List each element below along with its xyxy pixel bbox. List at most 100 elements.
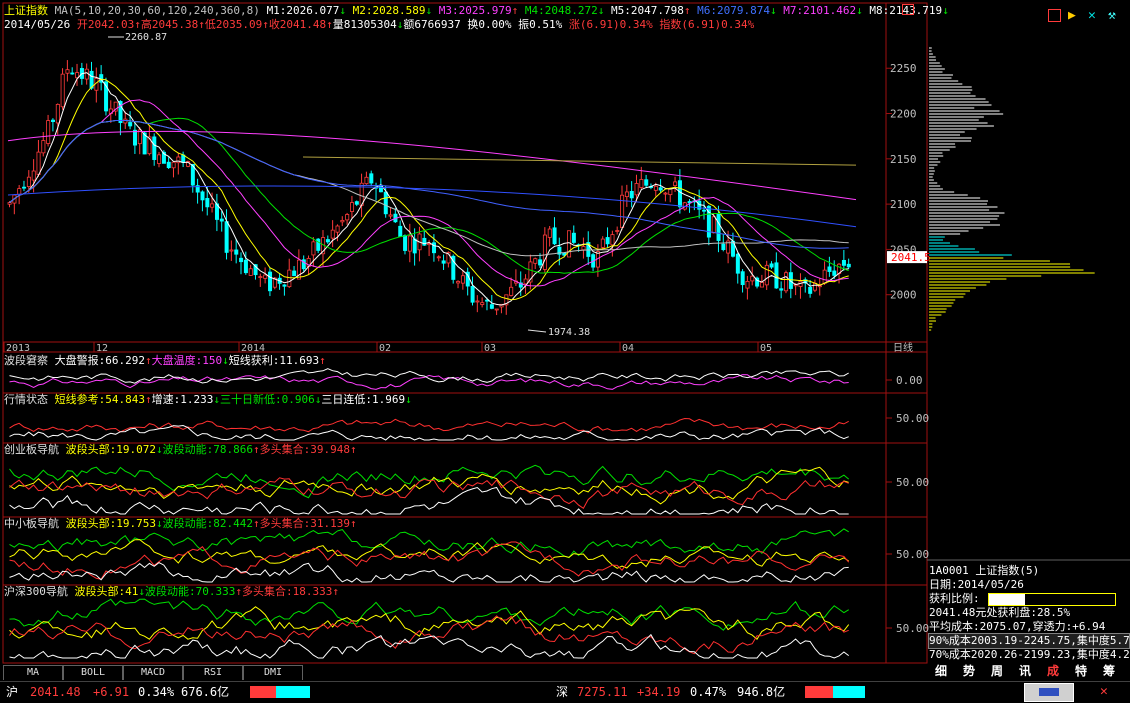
document-icon[interactable] [1048,9,1061,22]
play-icon[interactable]: ▶ [1068,9,1082,23]
sh-amount: 676.6亿 [181,685,230,699]
sh-label: 沪 [6,685,19,699]
moving-average-lines [7,72,857,306]
candle-body [552,227,557,245]
indicator-line [9,615,849,655]
candle-body [827,266,832,272]
sh-pct: 0.34% [138,685,175,699]
candle-body [268,271,273,292]
date-label: 02 [379,343,391,354]
low-annotation-line [527,329,547,333]
panel-value: ↑ [252,443,260,456]
date-label: 12 [96,343,108,354]
candle-body [759,281,764,288]
candle-body [571,232,576,243]
tab-detail[interactable]: 细 [927,662,955,681]
date-label: 2014 [241,343,265,354]
candle-body [354,201,359,205]
panel-value: 波段头部:19.753 [65,517,156,530]
indicator-tabs: MA BOLL MACD RSI DMI [3,665,303,680]
candle-body [509,286,514,296]
tab-macd[interactable]: MACD [123,665,183,680]
candle-body [808,286,813,294]
candle-body [157,154,162,164]
candle-body [388,214,393,217]
candle-body [51,119,56,122]
expand-icon[interactable]: ✕ [1088,9,1102,23]
indicator-line [9,486,849,515]
candle-body [581,246,586,251]
ma-m7: M7:2101.462 [783,4,857,17]
ma-m4: M4:2048.272 [524,4,598,17]
tab-trend[interactable]: 势 [955,662,983,681]
indicator-ref-label: 50.00 [896,476,929,489]
candle-body [523,278,528,285]
candle-body [436,256,441,259]
candle-body [740,271,745,286]
panel-name: 行情状态 [4,393,48,406]
candle-body [538,259,543,266]
tab-chips[interactable]: 筹 [1095,662,1123,681]
ma-m2: M2:2028.589 [352,4,426,17]
indicator-panels: 0.00 50.00 50.00 50.00 50.00 [9,368,929,659]
date-label: 03 [484,343,496,354]
flag-icon[interactable] [902,4,914,15]
sz-price: 7275.11 [577,685,628,699]
panel-value: 三日连低:1.969 [321,393,406,406]
panel-value: ↓ [155,517,163,530]
tab-week[interactable]: 周 [983,662,1011,681]
ma-m3: M3:2025.979 [438,4,512,17]
close-icon[interactable]: ✕ [1100,682,1108,702]
candle-body [46,120,51,144]
candle-body [311,241,316,256]
info-date: 日期:2014/05/26 [929,578,1024,591]
right-panel-tabs: 细 势 周 讯 成 特 筹 [927,662,1130,681]
candle-body [629,190,634,199]
panel-value: ↓ [222,354,229,367]
tab-boll[interactable]: BOLL [63,665,123,680]
candle-body [383,191,388,215]
candle-body [22,186,27,189]
panel-value: 波段动能:82.442 [162,517,253,530]
tab-special[interactable]: 特 [1067,662,1095,681]
current-price-label: 2041.5 [891,251,931,264]
candle-body [846,263,851,268]
tab-rsi[interactable]: RSI [183,665,243,680]
keyboard-icon[interactable] [1024,683,1074,702]
panel-value: 增速:1.233 [151,393,214,406]
candle-body [832,270,837,276]
tab-ma[interactable]: MA [3,665,63,680]
candle-body [152,136,157,160]
status-bar: 沪 2041.48 +6.91 0.34% 676.6亿 深 7275.11 +… [0,681,1130,703]
candle-body [229,249,234,252]
candle-body [456,281,461,284]
tools-icon[interactable]: ⚒ [1108,9,1122,23]
candle-body [769,263,774,268]
candle-body [475,300,480,303]
price-tick-label: 2200 [890,108,917,121]
header-line-2: 2014/05/26 开2042.03↑高2045.38↑低2035.09↑收2… [4,18,755,31]
candle-body [494,308,499,311]
candle-body [330,229,335,239]
candle-body [533,258,538,264]
high-annotation: 2260.87 [125,32,167,43]
quote-amplitude: 振0.51% [518,18,563,31]
quote-amount: 额6766937 [403,18,461,31]
quote-volume: 量81305304 [332,18,397,31]
quote-high: 高2045.38 [140,18,199,31]
ma-m1: M1:2026.077 [266,4,340,17]
candle-body [745,280,750,289]
panel-name: 中小板导航 [4,517,59,530]
indicator-line [9,417,849,434]
candle-body [624,191,629,198]
candle-body [263,274,268,279]
candle-body [639,179,644,188]
info-line-2: 平均成本:2075.07,穿透力:+6.94 [929,620,1106,633]
tab-dmi[interactable]: DMI [243,665,303,680]
candle-body [663,192,668,195]
profit-value: 28.5% [1036,594,1068,605]
tab-deal[interactable]: 成 [1039,662,1067,681]
candle-body [764,264,769,286]
header-line-1: 上证指数 MA(5,10,20,30,60,120,240,360,8) M1:… [4,4,949,17]
tab-news[interactable]: 讯 [1011,662,1039,681]
